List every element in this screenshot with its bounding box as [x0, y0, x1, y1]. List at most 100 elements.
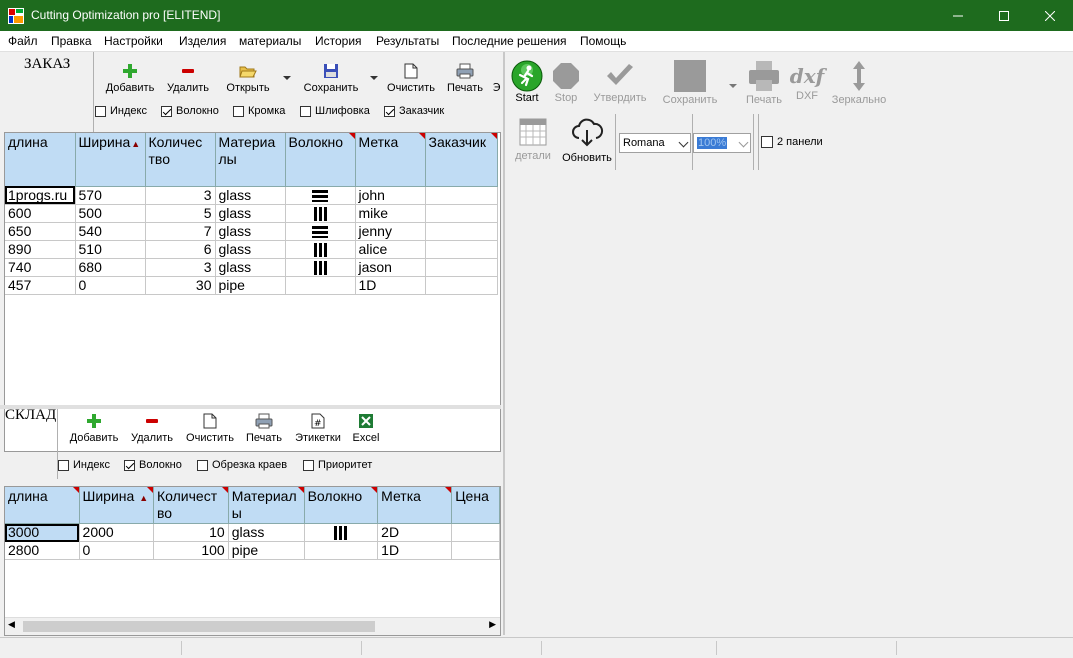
table-cell[interactable]	[304, 541, 379, 560]
table-cell[interactable]	[285, 222, 356, 241]
table-cell[interactable]: 2000	[79, 523, 154, 542]
table-cell[interactable]	[285, 258, 356, 277]
table-cell[interactable]	[285, 186, 356, 205]
order-toolbar-overflow[interactable]: Э	[493, 81, 501, 94]
menu-settings[interactable]: Настройки	[104, 34, 163, 48]
stock-col-material[interactable]: Материал ы	[228, 487, 305, 524]
table-row[interactable]: 1progs.ru 570 3 glass john	[5, 186, 498, 205]
table-cell[interactable]: 570	[75, 186, 146, 205]
table-row[interactable]: 600 500 5 glass mike	[5, 204, 498, 223]
table-cell[interactable]	[285, 204, 356, 223]
table-cell[interactable]: jenny	[355, 222, 426, 241]
stock-col-price[interactable]: Цена	[451, 487, 500, 524]
start-button[interactable]: Start	[510, 60, 544, 104]
menu-file[interactable]: Файл	[8, 34, 38, 48]
table-cell[interactable]: 3000	[5, 523, 80, 542]
stock-col-fiber[interactable]: Волокно	[304, 487, 379, 524]
minimize-button[interactable]	[935, 0, 981, 31]
zoom-select[interactable]: 100%	[693, 133, 751, 153]
stock-fiber-checkbox[interactable]: Волокно	[124, 459, 182, 471]
table-cell[interactable]: 890	[5, 240, 76, 259]
order-col-label[interactable]: Метка	[355, 133, 426, 187]
order-delete-button[interactable]: Удалить	[164, 62, 212, 94]
order-save-button[interactable]: Сохранить	[300, 62, 362, 94]
table-row[interactable]: 650 540 7 glass jenny	[5, 222, 498, 241]
table-cell[interactable]	[425, 222, 498, 241]
table-cell[interactable]: 10	[153, 523, 229, 542]
order-edge-checkbox[interactable]: Кромка	[233, 105, 285, 117]
order-fiber-checkbox[interactable]: Волокно	[161, 105, 219, 117]
table-cell[interactable]: 0	[79, 541, 154, 560]
table-cell[interactable]: 3	[145, 258, 216, 277]
order-col-width[interactable]: Ширина▲	[75, 133, 146, 187]
scroll-left-icon[interactable]: ◀	[8, 620, 15, 630]
two-panels-checkbox[interactable]: 2 панели	[761, 136, 823, 148]
section-splitter[interactable]	[0, 405, 501, 409]
confirm-button[interactable]: Утвердить	[589, 62, 651, 104]
table-cell[interactable]	[425, 258, 498, 277]
table-row[interactable]: 740 680 3 glass jason	[5, 258, 498, 277]
table-cell[interactable]: 1D	[355, 276, 426, 295]
table-cell[interactable]: 600	[5, 204, 76, 223]
order-col-material[interactable]: Материа лы	[215, 133, 286, 187]
order-grinding-checkbox[interactable]: Шлифовка	[300, 105, 370, 117]
table-cell[interactable]: 500	[75, 204, 146, 223]
table-cell[interactable]: 3	[145, 186, 216, 205]
close-button[interactable]	[1027, 0, 1073, 31]
stock-col-label[interactable]: Метка	[377, 487, 453, 524]
order-col-quantity[interactable]: Количес тво	[145, 133, 216, 187]
table-cell[interactable]: glass	[215, 204, 286, 223]
details-button[interactable]: детали	[510, 118, 556, 162]
table-cell[interactable]: glass	[215, 222, 286, 241]
table-cell[interactable]: 680	[75, 258, 146, 277]
order-col-fiber[interactable]: Волокно	[285, 133, 356, 187]
stock-col-width[interactable]: Ширина ▲	[79, 487, 154, 524]
table-row[interactable]: 3000 2000 10 glass 2D	[5, 523, 500, 542]
table-cell[interactable]: 6	[145, 240, 216, 259]
table-cell[interactable]	[425, 240, 498, 259]
scrollbar-thumb[interactable]	[23, 621, 375, 632]
dxf-button[interactable]: dxf DXF	[789, 62, 825, 102]
table-cell[interactable]	[451, 523, 500, 542]
order-col-customer[interactable]: Заказчик	[425, 133, 498, 187]
table-cell[interactable]: john	[355, 186, 426, 205]
menu-materials[interactable]: материалы	[239, 34, 301, 48]
menu-help[interactable]: Помощь	[580, 34, 626, 48]
menu-history[interactable]: История	[315, 34, 362, 48]
table-cell[interactable]: 7	[145, 222, 216, 241]
table-cell[interactable]: glass	[215, 186, 286, 205]
table-cell[interactable]: 100	[153, 541, 229, 560]
table-cell[interactable]: pipe	[228, 541, 305, 560]
order-customer-checkbox[interactable]: Заказчик	[384, 105, 444, 117]
menu-results[interactable]: Результаты	[376, 34, 439, 48]
order-save-dropdown[interactable]	[369, 72, 379, 84]
table-cell[interactable]	[285, 276, 356, 295]
results-print-button[interactable]: Печать	[743, 60, 785, 106]
stock-excel-button[interactable]: Excel	[350, 412, 382, 444]
table-cell[interactable]	[285, 240, 356, 259]
order-print-button[interactable]: Печать	[443, 62, 487, 94]
table-cell[interactable]: mike	[355, 204, 426, 223]
table-cell[interactable]: glass	[215, 240, 286, 259]
stock-table[interactable]: длина Ширина ▲ Количест во Материал ы Во…	[4, 486, 501, 636]
menu-recent-solutions[interactable]: Последние решения	[452, 34, 567, 48]
menu-products[interactable]: Изделия	[179, 34, 226, 48]
stock-col-quantity[interactable]: Количест во	[153, 487, 229, 524]
table-cell[interactable]: 30	[145, 276, 216, 295]
table-cell[interactable]: 1progs.ru	[5, 186, 76, 205]
order-col-length[interactable]: длина	[5, 133, 76, 187]
order-index-checkbox[interactable]: Индекс	[95, 105, 147, 117]
scroll-right-icon[interactable]: ▶	[489, 620, 496, 630]
table-cell[interactable]: 510	[75, 240, 146, 259]
table-cell[interactable]: pipe	[215, 276, 286, 295]
table-cell[interactable]	[304, 523, 379, 542]
stock-add-button[interactable]: Добавить	[68, 412, 120, 444]
results-save-button[interactable]: Сохранить	[659, 60, 721, 106]
table-cell[interactable]: alice	[355, 240, 426, 259]
table-row[interactable]: 890 510 6 glass alice	[5, 240, 498, 259]
table-cell[interactable]	[425, 186, 498, 205]
stock-trim-edges-checkbox[interactable]: Обрезка краев	[197, 459, 287, 471]
table-row[interactable]: 457 0 30 pipe 1D	[5, 276, 498, 295]
font-select[interactable]: Romana	[619, 133, 691, 153]
stock-clear-button[interactable]: Очистить	[183, 412, 237, 444]
